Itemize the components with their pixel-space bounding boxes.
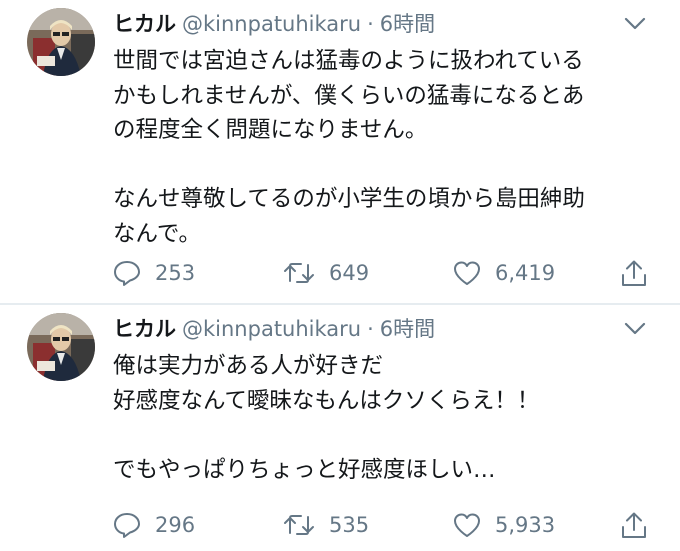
tweet-text-line: でもやっぱりちょっと好感度ほしい… — [113, 456, 496, 483]
like-icon — [453, 260, 481, 286]
display-name[interactable]: ヒカル — [113, 12, 176, 36]
reply-button[interactable]: 253 — [113, 257, 195, 289]
tweet-text-line: 好感度なんて曖昧なもんはクソくらえ！！ — [113, 387, 540, 414]
tweet-text-line: 世間では宮迫さんは猛毒のように扱われている — [113, 48, 584, 74]
retweet-icon — [283, 513, 315, 537]
tweet-actions: 296 535 5,933 — [113, 509, 658, 541]
tweet-header: ヒカル @kinnpatuhikaru · 6時間 — [113, 313, 435, 345]
tweet-text-line: なんせ尊敬してるのが小学生の頃から島田紳助 — [113, 186, 585, 212]
chevron-down-icon[interactable] — [624, 321, 646, 335]
like-count: 5,933 — [495, 513, 556, 537]
tweet-text-line: かもしれませんが、僕くらいの猛毒になるとあ — [113, 82, 585, 109]
separator-dot: · — [367, 317, 374, 341]
retweet-button[interactable]: 649 — [283, 257, 369, 289]
timestamp[interactable]: 6時間 — [380, 12, 435, 36]
avatar[interactable] — [27, 8, 95, 76]
tweet-text-line — [113, 148, 658, 183]
separator-dot: · — [367, 12, 374, 36]
share-button[interactable] — [621, 509, 647, 541]
retweet-icon — [283, 261, 315, 285]
display-name[interactable]: ヒカル — [113, 317, 176, 341]
tweet-text: 俺は実力がある人が好きだ 好感度なんて曖昧なもんはクソくらえ！！ でもやっぱりち… — [113, 349, 658, 487]
tweet-text: 世間では宮迫さんは猛毒のように扱われている かもしれませんが、僕くらいの猛毒にな… — [113, 44, 658, 251]
tweet-text-line: の程度全く問題になりません。 — [113, 117, 428, 143]
like-icon — [453, 512, 481, 538]
like-button[interactable]: 6,419 — [453, 257, 555, 289]
tweet[interactable]: ヒカル @kinnpatuhikaru · 6時間 世間では宮迫さんは猛毒のように扱わ… — [0, 0, 680, 303]
reply-button[interactable]: 296 — [113, 509, 195, 541]
like-count: 6,419 — [495, 261, 556, 285]
tweet-text-line: 俺は実力がある人が好きだ — [113, 353, 384, 379]
avatar[interactable] — [27, 313, 95, 381]
handle[interactable]: @kinnpatuhikaru — [182, 317, 361, 341]
reply-count: 253 — [155, 261, 196, 285]
tweet[interactable]: ヒカル @kinnpatuhikaru · 6時間 俺は実力がある人が好きだ 好感度な… — [0, 305, 680, 551]
tweet-actions: 253 649 6,419 — [113, 257, 658, 289]
share-icon — [621, 511, 647, 539]
reply-icon — [113, 512, 141, 538]
tweet-text-line — [113, 418, 658, 453]
like-button[interactable]: 5,933 — [453, 509, 555, 541]
timestamp[interactable]: 6時間 — [380, 317, 435, 341]
reply-icon — [113, 260, 141, 286]
share-icon — [621, 259, 647, 287]
retweet-button[interactable]: 535 — [283, 509, 369, 541]
tweet-text-line: なんで。 — [113, 220, 201, 247]
share-button[interactable] — [621, 257, 647, 289]
chevron-down-icon[interactable] — [624, 16, 646, 30]
tweet-header: ヒカル @kinnpatuhikaru · 6時間 — [113, 8, 435, 40]
retweet-count: 535 — [329, 513, 370, 537]
retweet-count: 649 — [329, 261, 370, 285]
reply-count: 296 — [155, 513, 196, 537]
handle[interactable]: @kinnpatuhikaru — [182, 12, 361, 36]
